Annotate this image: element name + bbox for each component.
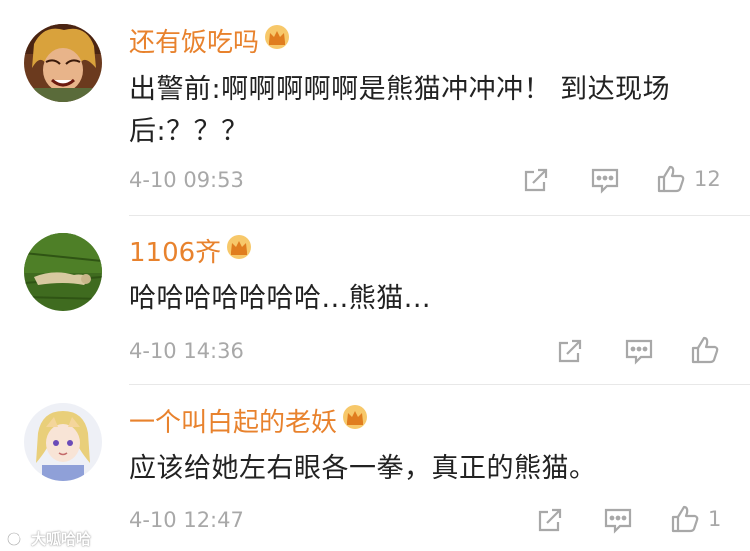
username-text[interactable]: 1106齐 [129,238,221,268]
username[interactable]: 1106齐 [129,234,253,270]
like-count: 1 [708,507,722,531]
share-icon [524,168,548,192]
comment-icon [625,339,653,365]
comment-button[interactable] [624,337,654,365]
comment-item: 一个叫白起的老妖 应该给她左右眼各一拳，真正的熊猫。 4-10 12:47 1 [0,385,750,551]
watermark: 大呱哈哈 [6,528,91,549]
crown-icon [263,24,291,59]
like-icon [657,165,685,193]
like-button[interactable]: 1 [670,504,721,534]
username-text[interactable]: 还有饭吃吗 [129,28,259,58]
username-text[interactable]: 一个叫白起的老妖 [129,408,337,438]
share-icon [558,339,582,363]
comment-item: 还有饭吃吗 出警前:啊啊啊啊啊是熊猫冲冲冲！ 到达现场后:？？？ 4-10 09… [0,0,750,215]
timestamp: 4-10 14:36 [129,339,244,363]
username[interactable]: 还有饭吃吗 [129,24,291,60]
like-icon [671,505,699,533]
like-count: 12 [694,167,721,191]
avatar[interactable] [24,403,102,481]
comment-text: 出警前:啊啊啊啊啊是熊猫冲冲冲！ 到达现场后:？？？ [129,74,671,147]
watermark-text: 大呱哈哈 [31,530,92,548]
timestamp: 4-10 09:53 [129,168,244,192]
share-icon [538,508,562,532]
comment-icon [604,508,632,534]
watermark-logo-icon [6,530,27,546]
share-button[interactable] [556,337,584,365]
comment-button[interactable] [590,166,620,194]
comment-text: 应该给她左右眼各一拳，真正的熊猫。 [129,453,597,484]
avatar[interactable] [24,24,102,102]
timestamp: 4-10 12:47 [129,508,244,532]
crown-icon [341,404,369,439]
like-icon [691,336,719,364]
comment-icon [591,168,619,194]
share-button[interactable] [536,506,564,534]
like-button[interactable]: 12 [656,164,721,194]
avatar[interactable] [24,233,102,311]
share-button[interactable] [522,166,550,194]
crown-icon [225,234,253,269]
comment-item: 1106齐 哈哈哈哈哈哈哈...熊猫... 4-10 14:36 [0,216,750,384]
like-button[interactable] [690,335,728,365]
comment-button[interactable] [603,506,633,534]
username[interactable]: 一个叫白起的老妖 [129,404,369,440]
comment-text: 哈哈哈哈哈哈哈...熊猫... [129,283,431,314]
